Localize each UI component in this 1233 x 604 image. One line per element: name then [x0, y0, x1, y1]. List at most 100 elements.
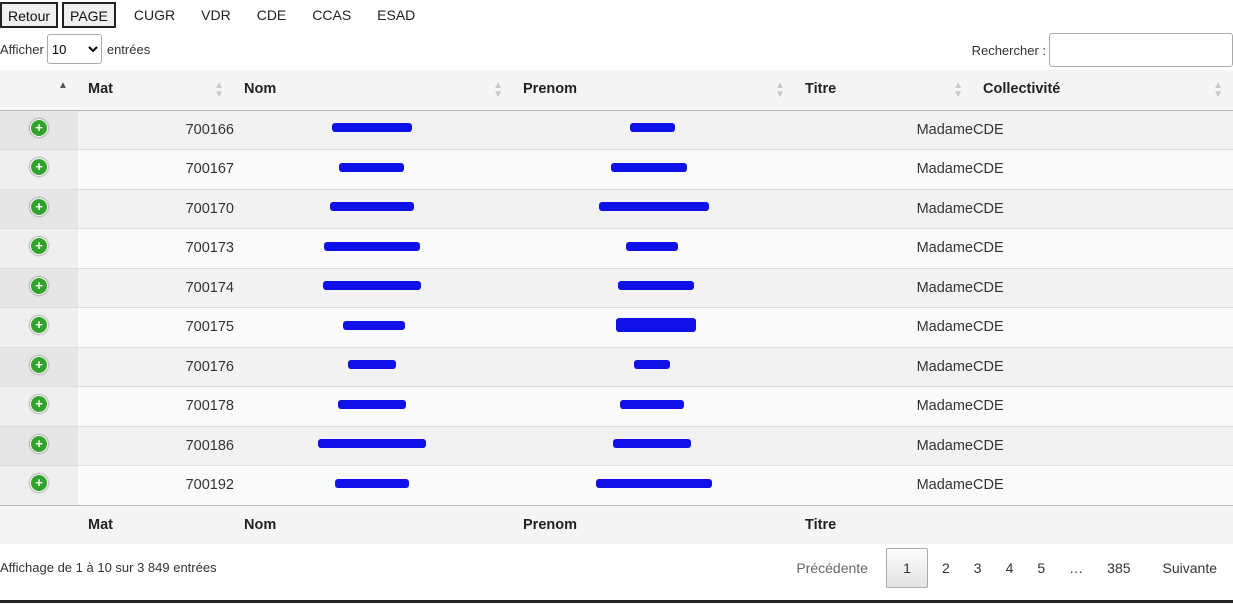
header-row: ▲ Mat ▲ ▼ Nom ▲ ▼ Prenom ▲ ▼ Titre ▲ ▼ Colle… — [0, 70, 1233, 111]
redaction-mark — [322, 281, 421, 291]
redaction-mark — [337, 399, 406, 409]
header-mat[interactable]: Mat ▲ ▼ — [78, 70, 234, 111]
table-row[interactable]: + 700166 Madame CDE — [0, 109, 1233, 150]
header-collectivite[interactable]: Collectivité ▲ ▼ — [973, 70, 1233, 111]
nav-link-cugr[interactable]: CUGR — [134, 7, 175, 23]
cell-collectivite: CDE — [973, 228, 1233, 268]
table-row[interactable]: + 700186 Madame CDE — [0, 425, 1233, 466]
page-button-last[interactable]: 385 — [1095, 560, 1142, 576]
nav-link-vdr[interactable]: VDR — [201, 7, 231, 23]
redaction-mark — [626, 241, 678, 251]
length-label-after: entrées — [106, 41, 151, 57]
cell-collectivite: CDE — [973, 109, 1233, 150]
header-nom[interactable]: Nom ▲ ▼ — [234, 70, 513, 111]
table-row[interactable]: + 700176 Madame CDE — [0, 346, 1233, 387]
page-button-current[interactable]: 1 — [885, 548, 928, 588]
next-button[interactable]: Suivante — [1151, 560, 1229, 576]
pagination-ellipsis: … — [1069, 560, 1084, 576]
plus-circle-icon[interactable]: + — [30, 158, 48, 177]
redaction-mark — [329, 202, 414, 212]
cell-titre: Madame — [795, 228, 973, 268]
cell-titre: Madame — [795, 149, 973, 189]
plus-circle-icon[interactable]: + — [30, 316, 48, 335]
redaction-mark — [634, 360, 670, 370]
plus-circle-icon[interactable]: + — [30, 118, 48, 137]
cell-collectivite: CDE — [973, 188, 1233, 229]
cell-titre: Madame — [795, 465, 973, 505]
redaction-mark — [323, 241, 420, 251]
entries-select[interactable]: 10 — [46, 34, 102, 64]
redaction-mark — [596, 478, 712, 488]
plus-circle-icon[interactable]: + — [30, 237, 48, 256]
redaction-mark — [613, 439, 691, 449]
cell-mat: 700192 — [78, 465, 234, 505]
redaction-mark — [620, 399, 684, 409]
table-row[interactable]: + 700167 Madame CDE — [0, 149, 1233, 189]
cell-titre: Madame — [795, 109, 973, 150]
cell-collectivite: CDE — [973, 425, 1233, 466]
pagination: Précédente 1 2 3 4 5 … 385 Suivante — [784, 548, 1233, 588]
sort-arrows-icon: ▲ ▼ — [214, 80, 224, 100]
redaction-mark — [334, 478, 409, 488]
table-row[interactable]: + 700170 Madame CDE — [0, 188, 1233, 229]
sort-arrows-icon: ▲ ▼ — [493, 80, 503, 100]
plus-circle-icon[interactable]: + — [30, 434, 48, 453]
cell-collectivite: CDE — [973, 346, 1233, 387]
footer-nom: Nom — [234, 504, 513, 544]
cell-collectivite: CDE — [973, 307, 1233, 347]
table-row[interactable]: + 700174 Madame CDE — [0, 267, 1233, 308]
table-info: Affichage de 1 à 10 sur 3 849 entrées — [0, 560, 217, 575]
table-row[interactable]: + 700173 Madame CDE — [0, 228, 1233, 268]
page-button-2[interactable]: 2 — [930, 560, 962, 576]
footer-titre: Titre — [795, 504, 973, 544]
header-prenom[interactable]: Prenom ▲ ▼ — [513, 70, 795, 111]
cell-collectivite: CDE — [973, 386, 1233, 426]
sort-arrows-icon: ▲ ▼ — [1213, 80, 1223, 100]
length-label-before: Afficher — [0, 41, 44, 57]
header-titre[interactable]: Titre ▲ ▼ — [795, 70, 973, 111]
plus-circle-icon[interactable]: + — [30, 197, 48, 216]
data-table: ▲ Mat ▲ ▼ Nom ▲ ▼ Prenom ▲ ▼ Titre ▲ ▼ Colle… — [0, 70, 1233, 544]
retour-button[interactable]: Retour — [0, 2, 59, 28]
page-button[interactable]: PAGE — [62, 2, 116, 28]
table-row[interactable]: + 700178 Madame CDE — [0, 386, 1233, 426]
bottom-border — [0, 600, 1233, 603]
cell-mat: 700176 — [78, 346, 234, 387]
sort-arrows-icon: ▲ ▼ — [775, 80, 785, 100]
footer-collectivite — [973, 504, 1233, 544]
search-input[interactable] — [1049, 33, 1233, 67]
cell-titre: Madame — [795, 346, 973, 387]
cell-mat: 700178 — [78, 386, 234, 426]
redaction-mark — [339, 162, 404, 172]
cell-mat: 700175 — [78, 307, 234, 347]
cell-mat: 700186 — [78, 425, 234, 466]
table-row[interactable]: + 700175 Madame CDE — [0, 307, 1233, 347]
nav-link-esad[interactable]: ESAD — [377, 7, 415, 23]
plus-circle-icon[interactable]: + — [30, 474, 48, 493]
page-button-3[interactable]: 3 — [962, 560, 994, 576]
table-row[interactable]: + 700192 Madame CDE — [0, 465, 1233, 505]
nav-link-cde[interactable]: CDE — [257, 7, 287, 23]
plus-circle-icon[interactable]: + — [30, 276, 48, 295]
redaction-mark — [347, 360, 396, 370]
previous-button[interactable]: Précédente — [784, 560, 880, 576]
search-control: Rechercher : — [972, 33, 1233, 67]
cell-titre: Madame — [795, 307, 973, 347]
entries-length-control: Afficher 10 entrées — [0, 34, 150, 64]
plus-circle-icon[interactable]: + — [30, 395, 48, 414]
cell-mat: 700174 — [78, 267, 234, 308]
plus-circle-icon[interactable]: + — [30, 355, 48, 374]
sort-asc-icon: ▲ — [58, 80, 68, 91]
header-control[interactable]: ▲ — [0, 70, 78, 111]
cell-titre: Madame — [795, 425, 973, 466]
page-button-4[interactable]: 4 — [994, 560, 1026, 576]
cell-mat: 700167 — [78, 149, 234, 189]
cell-collectivite: CDE — [973, 465, 1233, 505]
redaction-mark — [599, 202, 709, 212]
cell-mat: 700166 — [78, 109, 234, 150]
cell-collectivite: CDE — [973, 149, 1233, 189]
footer-control — [0, 504, 78, 544]
footer-row: Mat Nom Prenom Titre — [0, 504, 1233, 544]
page-button-5[interactable]: 5 — [1025, 560, 1057, 576]
nav-link-ccas[interactable]: CCAS — [312, 7, 351, 23]
